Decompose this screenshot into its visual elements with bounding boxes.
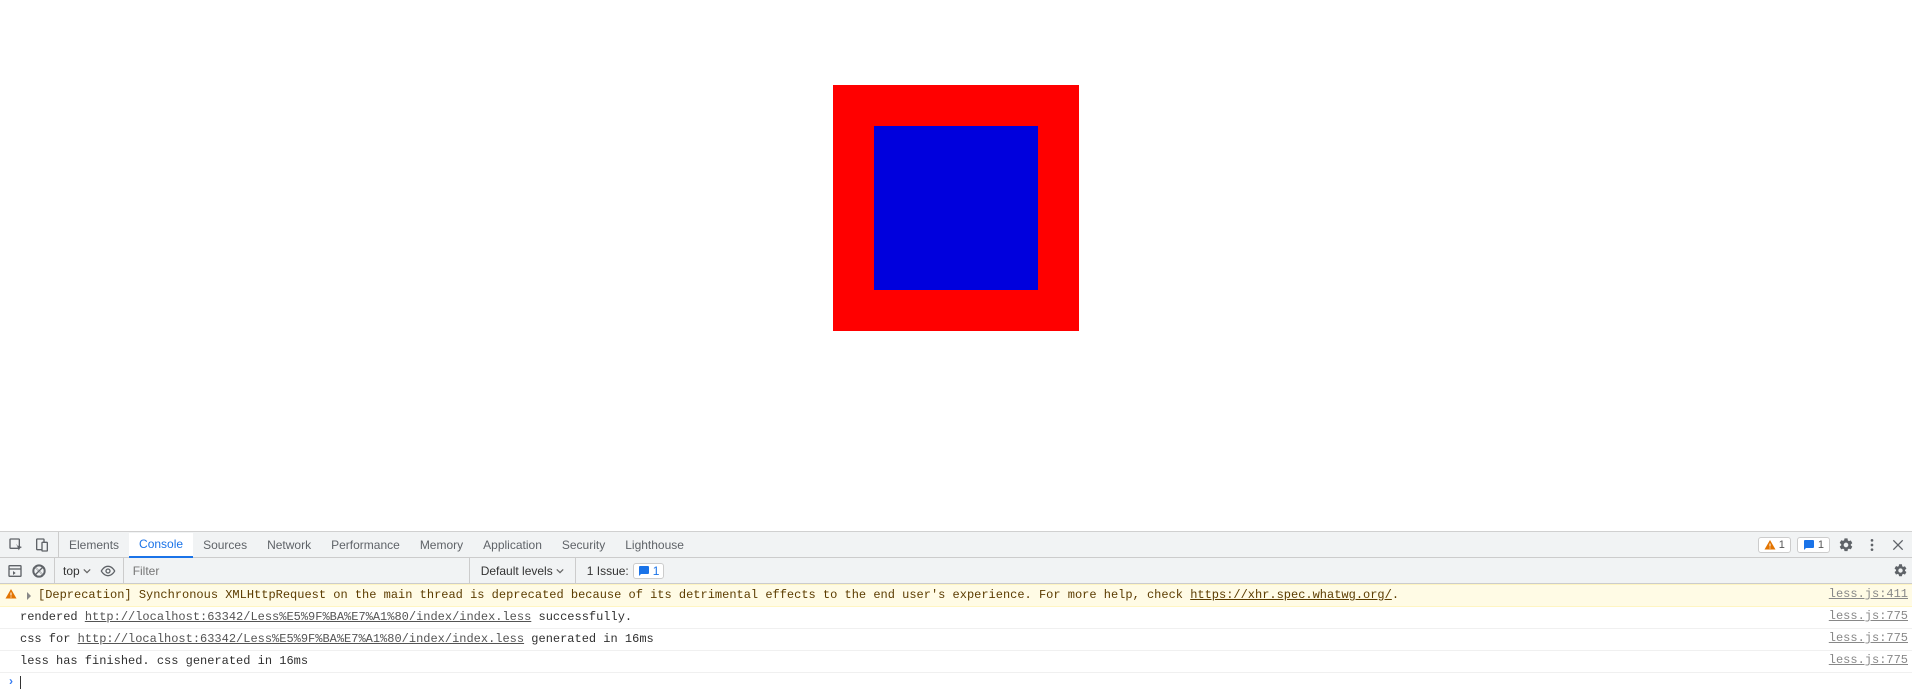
- message-text: rendered: [20, 610, 85, 624]
- message-link[interactable]: http://localhost:63342/Less%E5%9F%BA%E7%…: [78, 632, 524, 646]
- tab-security[interactable]: Security: [552, 532, 615, 557]
- message-text-trail: generated in 16ms: [524, 632, 654, 646]
- text-cursor: [20, 676, 21, 689]
- console-messages: [Deprecation] Synchronous XMLHttpRequest…: [0, 584, 1912, 691]
- message-text-trail: .: [1392, 588, 1399, 602]
- console-settings-gear-icon[interactable]: [1888, 563, 1912, 578]
- issue-count-label: 1 Issue:: [587, 564, 629, 578]
- expand-arrow-icon[interactable]: [27, 592, 31, 600]
- console-sidebar-toggle-icon[interactable]: [5, 561, 25, 581]
- console-message-log: rendered http://localhost:63342/Less%E5%…: [0, 607, 1912, 629]
- chevron-down-icon: [83, 567, 91, 575]
- tab-sources[interactable]: Sources: [193, 532, 257, 557]
- devtools-tabs: Elements Console Sources Network Perform…: [0, 532, 1912, 558]
- message-source-link[interactable]: less.js:411: [1819, 587, 1908, 601]
- warning-icon: [5, 588, 17, 600]
- tab-console[interactable]: Console: [129, 533, 193, 558]
- console-toolbar: top Default levels 1 Issue:: [0, 558, 1912, 584]
- tab-application[interactable]: Application: [473, 532, 552, 557]
- device-toolbar-icon[interactable]: [32, 535, 52, 555]
- message-source-link[interactable]: less.js:775: [1819, 609, 1908, 623]
- issues-count-pill[interactable]: 1: [1797, 537, 1830, 553]
- tab-lighthouse[interactable]: Lighthouse: [615, 532, 694, 557]
- filter-input[interactable]: [129, 561, 464, 581]
- settings-gear-icon[interactable]: [1836, 535, 1856, 555]
- kebab-menu-icon[interactable]: [1862, 535, 1882, 555]
- tab-network[interactable]: Network: [257, 532, 321, 557]
- tab-elements[interactable]: Elements: [59, 532, 129, 557]
- log-levels-selector[interactable]: Default levels: [475, 564, 570, 578]
- warnings-count-pill[interactable]: 1: [1758, 537, 1791, 553]
- warnings-count: 1: [1779, 539, 1785, 551]
- issue-link[interactable]: 1: [633, 563, 665, 579]
- tab-memory[interactable]: Memory: [410, 532, 473, 557]
- message-text: css for: [20, 632, 78, 646]
- blue-square: [874, 126, 1038, 290]
- red-square: [833, 85, 1079, 331]
- prompt-caret-icon: ›: [4, 675, 18, 689]
- message-text: less has finished. css generated in 16ms: [20, 654, 308, 668]
- issue-link-count: 1: [653, 564, 660, 578]
- console-prompt[interactable]: ›: [0, 673, 1912, 691]
- live-expression-eye-icon[interactable]: [98, 561, 118, 581]
- context-selector-label: top: [63, 564, 80, 578]
- message-link[interactable]: https://xhr.spec.whatwg.org/: [1190, 588, 1392, 602]
- context-selector[interactable]: top: [60, 564, 94, 578]
- devtools-panel: Elements Console Sources Network Perform…: [0, 531, 1912, 691]
- message-text: [Deprecation] Synchronous XMLHttpRequest…: [38, 588, 1190, 602]
- log-levels-label: Default levels: [481, 564, 553, 578]
- console-message-warning: [Deprecation] Synchronous XMLHttpRequest…: [0, 584, 1912, 607]
- page-content: [0, 0, 1912, 423]
- message-source-link[interactable]: less.js:775: [1819, 653, 1908, 667]
- inspect-element-icon[interactable]: [6, 535, 26, 555]
- console-message-log: less has finished. css generated in 16ms…: [0, 651, 1912, 673]
- chevron-down-icon: [556, 567, 564, 575]
- message-link[interactable]: http://localhost:63342/Less%E5%9F%BA%E7%…: [85, 610, 531, 624]
- message-source-link[interactable]: less.js:775: [1819, 631, 1908, 645]
- tab-performance[interactable]: Performance: [321, 532, 410, 557]
- close-devtools-icon[interactable]: [1888, 535, 1908, 555]
- clear-console-icon[interactable]: [29, 561, 49, 581]
- message-text-trail: successfully.: [531, 610, 632, 624]
- issues-count: 1: [1818, 539, 1824, 551]
- console-message-log: css for http://localhost:63342/Less%E5%9…: [0, 629, 1912, 651]
